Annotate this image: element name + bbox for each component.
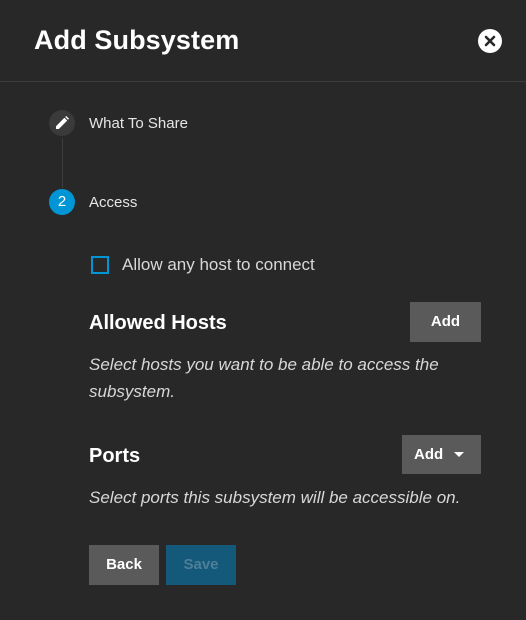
close-button[interactable] <box>478 29 502 53</box>
step-2-indicator[interactable]: 2 <box>49 189 75 215</box>
add-port-button[interactable]: Add <box>402 435 481 474</box>
step-1-label[interactable]: What To Share <box>89 115 188 132</box>
close-icon <box>484 35 496 47</box>
allowed-hosts-title: Allowed Hosts <box>89 312 227 334</box>
dialog-title: Add Subsystem <box>34 25 240 55</box>
back-button[interactable]: Back <box>89 545 159 585</box>
step-1-indicator[interactable] <box>49 110 75 136</box>
add-host-button[interactable]: Add <box>410 302 481 342</box>
ports-title: Ports <box>89 445 141 467</box>
allow-any-host-checkbox[interactable] <box>91 256 109 274</box>
step-2-label[interactable]: Access <box>89 194 137 211</box>
pencil-icon <box>56 116 69 129</box>
add-port-label: Add <box>414 446 444 463</box>
save-button[interactable]: Save <box>166 545 236 585</box>
caret-down-icon <box>454 452 464 457</box>
allow-any-host-label[interactable]: Allow any host to connect <box>122 255 315 275</box>
add-subsystem-dialog: Add Subsystem What To Share 2 Access All… <box>0 0 526 620</box>
allowed-hosts-hint: Select hosts you want to be able to acce… <box>89 355 439 401</box>
ports-hint: Select ports this subsystem will be acce… <box>89 488 461 507</box>
dialog-header: Add Subsystem <box>0 0 526 82</box>
stepper-connector <box>62 138 63 188</box>
